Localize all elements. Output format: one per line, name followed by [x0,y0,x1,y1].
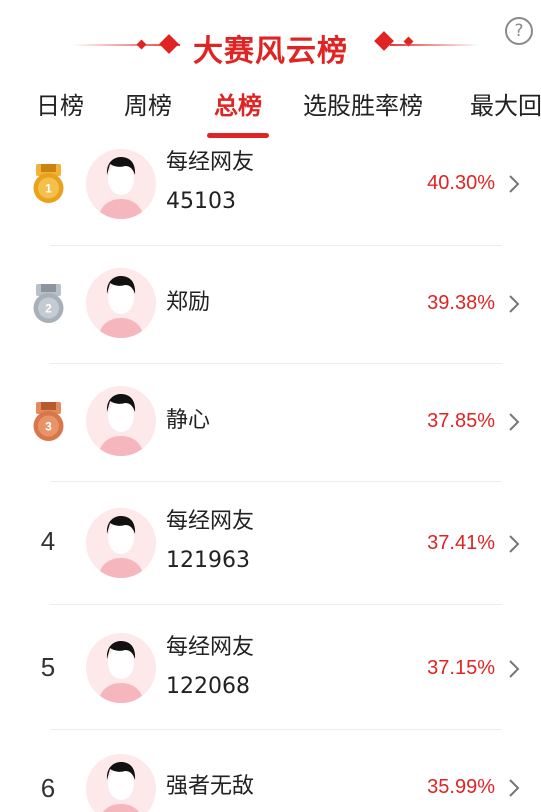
chevron-right-icon[interactable] [508,294,520,314]
user-name: 强者无敌 [166,774,255,799]
ranking-row[interactable]: 2 郑励 39.38% [0,245,541,363]
user-id: 45103 [166,189,236,214]
ranking-row[interactable]: 4 每经网友 121963 37.41% [0,481,541,604]
leaderboard-page: 大赛风云榜 ? 日榜 周榜 总榜 选股胜率榜 最大回 1 每经网友 45103 … [0,0,541,812]
user-name: 每经网友 [166,635,255,660]
active-tab-indicator [207,133,269,138]
chevron-right-icon[interactable] [508,778,520,798]
page-title: 大赛风云榜 [193,34,348,69]
return-rate: 39.38% [427,292,495,314]
user-name: 静心 [166,408,211,433]
return-rate: 40.30% [427,172,495,194]
chevron-right-icon[interactable] [508,412,520,432]
ranking-row[interactable]: 5 每经网友 122068 37.15% [0,604,541,729]
title-decoration-right [390,44,480,46]
chevron-right-icon[interactable] [508,659,520,679]
chevron-right-icon[interactable] [508,534,520,554]
ranking-row[interactable]: 6 强者无敌 35.99% [0,729,541,812]
avatar[interactable] [86,633,156,703]
avatar[interactable] [86,149,156,219]
return-rate: 35.99% [427,776,495,798]
avatar[interactable] [86,754,156,812]
avatar[interactable] [86,508,156,578]
ranking-row[interactable]: 1 每经网友 45103 40.30% [0,140,541,245]
gold-medal-icon: 1 [33,164,64,203]
tab-max-drawdown[interactable]: 最大回 [470,86,541,121]
help-icon[interactable]: ? [505,17,533,45]
default-avatar-icon [98,157,144,219]
ranking-row[interactable]: 3 静心 37.85% [0,363,541,481]
bronze-medal-icon: 3 [33,402,64,441]
default-avatar-icon [98,641,144,703]
default-avatar-icon [98,276,144,338]
svg-text:3: 3 [45,420,52,434]
user-name: 郑励 [166,290,211,315]
tab-daily[interactable]: 日榜 [36,86,84,121]
default-avatar-icon [102,762,140,812]
silver-medal-icon: 2 [33,284,64,323]
return-rate: 37.41% [427,532,495,554]
chevron-right-icon[interactable] [508,174,520,194]
user-name: 每经网友 [166,150,255,175]
avatar[interactable] [86,386,156,456]
rank-number: 5 [40,652,56,682]
tab-bar: 日榜 周榜 总榜 选股胜率榜 最大回 [0,80,541,138]
tab-weekly[interactable]: 周榜 [124,86,172,121]
return-rate: 37.15% [427,657,495,679]
avatar[interactable] [86,268,156,338]
default-avatar-icon [98,516,144,578]
user-id: 122068 [166,674,250,699]
rank-number: 4 [40,526,56,556]
svg-text:1: 1 [45,182,52,196]
svg-text:2: 2 [45,302,52,316]
title-bar: 大赛风云榜 ? [0,0,541,80]
rank-number: 6 [40,773,56,803]
user-id: 121963 [166,548,250,573]
return-rate: 37.85% [427,410,495,432]
tab-stock-win-rate[interactable]: 选股胜率榜 [303,86,423,121]
default-avatar-icon [98,394,144,456]
user-name: 每经网友 [166,509,255,534]
tab-overall[interactable]: 总榜 [214,86,262,121]
